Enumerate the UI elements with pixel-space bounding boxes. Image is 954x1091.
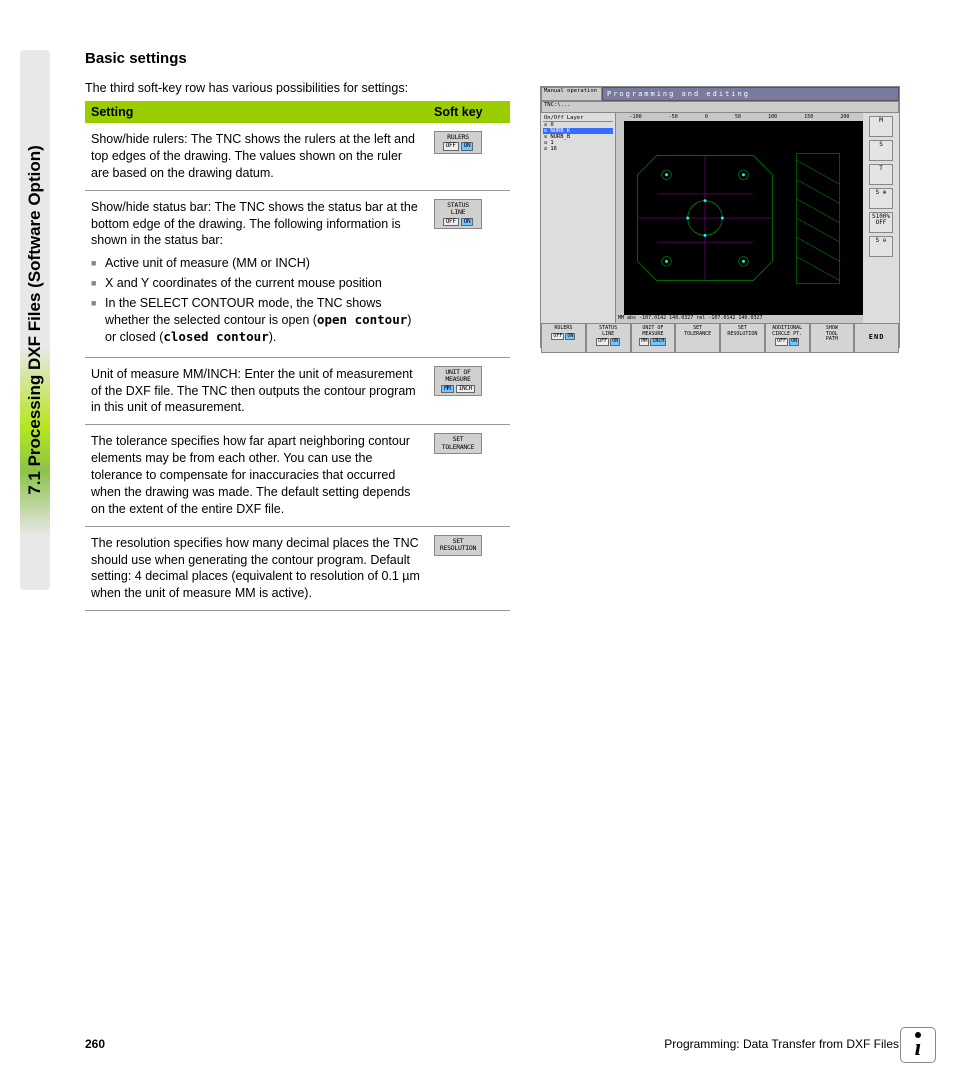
setting-desc: Show/hide rulers: The TNC shows the rule… bbox=[85, 123, 428, 190]
softkey-cell: RULERSOFFON bbox=[428, 123, 510, 190]
section-tab-text: 7.1 Processing DXF Files (Software Optio… bbox=[25, 145, 45, 495]
setting-desc: Show/hide status bar: The TNC shows the … bbox=[85, 190, 428, 357]
sc-mode: Manual operation bbox=[541, 87, 602, 101]
th-softkey: Soft key bbox=[428, 101, 510, 123]
setting-desc: The tolerance specifies how far apart ne… bbox=[85, 425, 428, 526]
sc-side-btn[interactable]: T bbox=[869, 164, 893, 185]
sc-side-btn[interactable]: S100% OFF bbox=[869, 212, 893, 233]
sc-softkey[interactable]: END bbox=[854, 323, 899, 353]
setting-desc: Unit of measure MM/INCH: Enter the unit … bbox=[85, 357, 428, 425]
softkey-cell: UNIT OFMEASUREMMINCH bbox=[428, 357, 510, 425]
softkey-button[interactable]: UNIT OFMEASUREMMINCH bbox=[434, 366, 482, 397]
sc-softkey[interactable]: RULERSOFFON bbox=[541, 323, 586, 353]
sc-canvas: -100-50050100150200 bbox=[616, 113, 863, 323]
intro-text: The third soft-key row has various possi… bbox=[85, 81, 510, 95]
page-number: 260 bbox=[85, 1037, 105, 1051]
softkey-button[interactable]: SETTOLERANCE bbox=[434, 433, 482, 454]
sc-side-buttons: MST S ⊕ S100% OFF S ⊖ bbox=[863, 113, 899, 323]
sc-side-btn[interactable]: M bbox=[869, 116, 893, 137]
sc-side-btn[interactable]: S ⊕ bbox=[869, 188, 893, 209]
page-footer: 260 Programming: Data Transfer from DXF … bbox=[85, 1037, 899, 1051]
th-setting: Setting bbox=[85, 101, 428, 123]
sc-softkey[interactable]: ADDITIONALCIRCLE PT.OFFON bbox=[765, 323, 810, 353]
softkey-button[interactable]: SETRESOLUTION bbox=[434, 535, 482, 556]
heading: Basic settings bbox=[85, 50, 510, 67]
sc-softkey[interactable]: SHOWTOOLPATH bbox=[810, 323, 855, 353]
settings-table: Setting Soft key Show/hide rulers: The T… bbox=[85, 101, 510, 611]
softkey-button[interactable]: STATUSLINEOFFON bbox=[434, 199, 482, 230]
sc-softkey-row: RULERSOFFONSTATUSLINEOFFONUNIT OFMEASURE… bbox=[541, 323, 899, 353]
sc-drawing bbox=[628, 125, 859, 311]
sc-side-btn[interactable]: S bbox=[869, 140, 893, 161]
setting-desc: The resolution specifies how many decima… bbox=[85, 526, 428, 611]
sc-ruler-left bbox=[616, 121, 624, 315]
tnc-screenshot: Manual operation Programming and editing… bbox=[540, 86, 900, 348]
softkey-cell: SETRESOLUTION bbox=[428, 526, 510, 611]
main-content: Basic settings The third soft-key row ha… bbox=[85, 50, 510, 611]
sc-softkey[interactable]: SETRESOLUTION bbox=[720, 323, 765, 353]
sc-layer-panel: On/OffLayer ☒0☒NURB_K☒NURB_B☒1☒16 bbox=[541, 113, 616, 323]
sc-ruler: -100-50050100150200 bbox=[616, 113, 863, 121]
sc-softkey[interactable]: STATUSLINEOFFON bbox=[586, 323, 631, 353]
section-tab: 7.1 Processing DXF Files (Software Optio… bbox=[20, 50, 50, 590]
softkey-cell: SETTOLERANCE bbox=[428, 425, 510, 526]
softkey-button[interactable]: RULERSOFFON bbox=[434, 131, 482, 154]
sc-softkey[interactable]: UNIT OFMEASUREMMINCH bbox=[631, 323, 676, 353]
sc-softkey[interactable]: SETTOLERANCE bbox=[675, 323, 720, 353]
sc-title: Programming and editing bbox=[602, 87, 899, 101]
sc-status-bar: MM abs -107.0142 140.0327 rel -107.0142 … bbox=[616, 315, 863, 323]
softkey-cell: STATUSLINEOFFON bbox=[428, 190, 510, 357]
layer-row[interactable]: ☒16 bbox=[543, 146, 613, 152]
sc-path: TNC:\... bbox=[541, 101, 899, 113]
chapter-title: Programming: Data Transfer from DXF File… bbox=[664, 1037, 899, 1051]
info-icon: ı bbox=[900, 1027, 936, 1063]
sc-side-btn[interactable]: S ⊖ bbox=[869, 236, 893, 257]
